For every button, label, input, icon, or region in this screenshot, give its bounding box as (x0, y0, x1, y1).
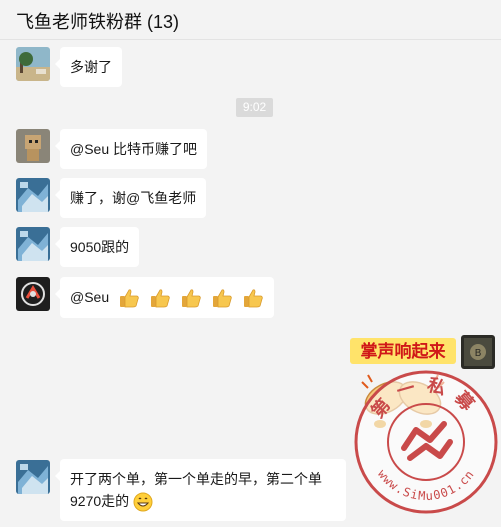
avatar[interactable] (16, 460, 50, 494)
avatar[interactable] (16, 227, 50, 261)
message-text: 赚了，谢@飞鱼老师 (70, 190, 197, 206)
message-text: 多谢了 (70, 59, 112, 75)
message-bubble[interactable]: @Seu (55, 277, 274, 319)
message-bubble[interactable]: 9050跟的 (54, 227, 140, 267)
time-divider: 9:02 (236, 98, 273, 117)
thumbs-up-icon (243, 289, 263, 308)
message-bubble[interactable]: @Seu 比特币赚了吧 (54, 129, 208, 169)
sticker-text: 掌声响起来 (361, 341, 447, 362)
watermark-stamp: 第一私募 www.SiMu001.cn (352, 368, 500, 516)
message-text: 开了两个单，第一个单走的早，第二个单9270走的 (70, 471, 322, 509)
thumbs-up-icon (212, 289, 232, 308)
avatar[interactable] (16, 47, 50, 81)
svg-text:B: B (475, 348, 482, 359)
grinning-face-icon (133, 492, 153, 512)
thumbs-up-icon (120, 289, 139, 308)
chat-header: 飞鱼老师铁粉群 (13) (0, 0, 501, 40)
avatar[interactable]: B (461, 335, 495, 369)
message-text: @Seu (70, 289, 110, 305)
message-text: 9050跟的 (70, 239, 130, 255)
message-bubble[interactable]: 开了两个单，第一个单走的早，第二个单9270走的 (55, 459, 346, 522)
thumbs-up-icon (181, 289, 201, 308)
message-text: @Seu 比特币赚了吧 (70, 141, 198, 157)
chat-title: 飞鱼老师铁粉群 (13) (16, 12, 180, 32)
avatar[interactable] (16, 129, 50, 163)
message-bubble[interactable]: 多谢了 (55, 47, 122, 87)
avatar[interactable] (16, 277, 50, 311)
thumbs-up-icon (150, 289, 170, 308)
message-bubble[interactable]: 赚了，谢@飞鱼老师 (54, 178, 207, 218)
avatar[interactable] (16, 178, 50, 212)
